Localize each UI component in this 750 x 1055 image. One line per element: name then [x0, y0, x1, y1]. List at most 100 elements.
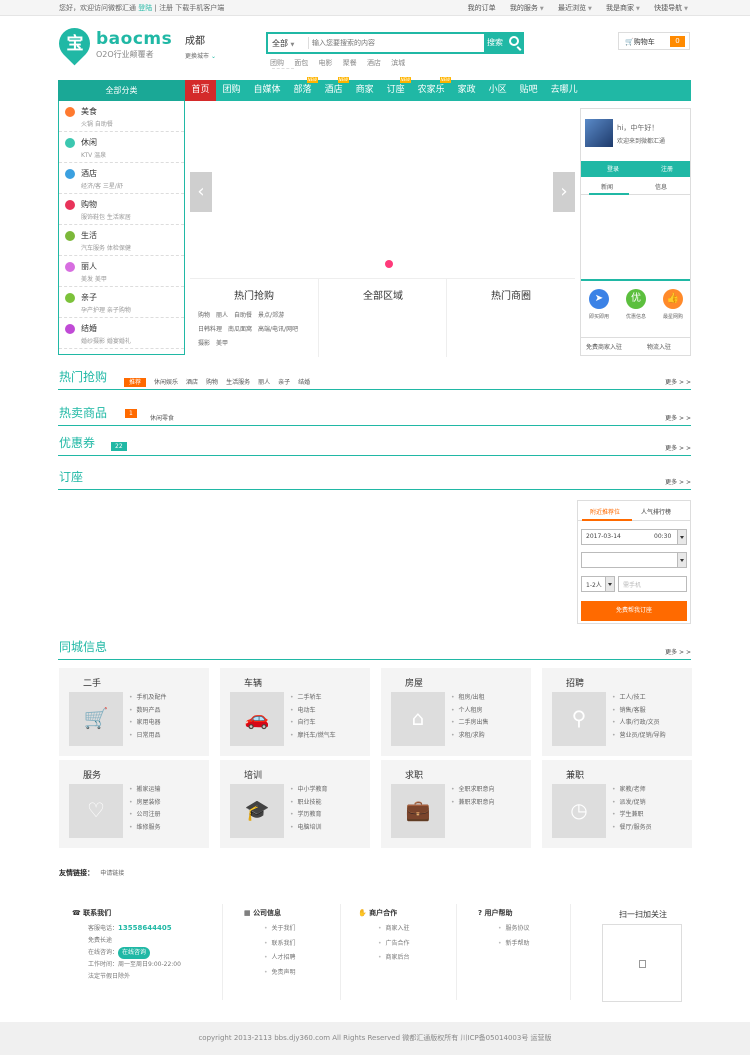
card-link[interactable]: 工人/技工	[612, 692, 666, 705]
hot-deal-link[interactable]: 自助餐	[234, 312, 252, 319]
category-sublinks[interactable]: 婚纱摄影 婚宴婚礼	[81, 336, 131, 345]
register-link[interactable]: 注册	[159, 4, 173, 12]
shortcut-item[interactable]: ➤ 即买即用	[581, 289, 617, 320]
category-sublinks[interactable]: 孕产护理 亲子购物	[81, 305, 131, 314]
card-link[interactable]: 电脑培训	[290, 822, 328, 835]
card-link[interactable]: 租房/出租	[451, 692, 489, 705]
nav-item[interactable]: 家政	[451, 80, 482, 101]
more-link[interactable]: 更多 > >	[665, 377, 691, 386]
more-link[interactable]: 更多 > >	[665, 443, 691, 452]
card-link[interactable]: 手机及配件	[129, 692, 167, 705]
search-input[interactable]	[312, 36, 482, 50]
tag-link[interactable]: 生活服务	[226, 379, 250, 386]
city-selector[interactable]: 成都 更换城市 ⌄	[185, 32, 216, 60]
card-link[interactable]: 家用电器	[129, 717, 167, 730]
banner-prev-button[interactable]: ‹	[190, 172, 212, 212]
nav-item[interactable]: 团购	[216, 80, 247, 101]
tab-news[interactable]: 新闻	[601, 182, 613, 191]
category-item[interactable]: 酒店 经济/客 三星/舒	[59, 163, 184, 194]
card-link[interactable]: 中小学教育	[290, 784, 328, 797]
shopping-cart-button[interactable]: 🛒购物车 0	[618, 32, 690, 50]
card-title[interactable]: 兼职	[566, 768, 584, 781]
category-item[interactable]: 亲子 孕产护理 亲子购物	[59, 287, 184, 318]
shortcut-item[interactable]: 👍 最星网购	[655, 289, 691, 320]
category-item[interactable]: 美食 火锅 自助餐	[59, 101, 184, 132]
card-link[interactable]: 销售/客服	[612, 705, 666, 718]
category-sublinks[interactable]: 经济/客 三星/舒	[81, 181, 123, 190]
search-button[interactable]: 搜索	[484, 34, 522, 52]
tag-link[interactable]: 结婚	[298, 379, 310, 386]
person-search-icon[interactable]: ⚲	[552, 692, 606, 746]
card-link[interactable]: 人事/行政/文员	[612, 717, 666, 730]
hot-deal-link[interactable]: 购物	[198, 312, 210, 319]
nav-item[interactable]: 贴吧	[513, 80, 544, 101]
book-seat-button[interactable]: 免费帮我订座	[581, 601, 687, 621]
card-title[interactable]: 求职	[405, 768, 423, 781]
footer-link[interactable]: 广告合作	[378, 937, 410, 952]
cart-icon[interactable]: 🛒	[69, 692, 123, 746]
footer-link[interactable]: 服务协议	[498, 922, 530, 937]
merchant-join-link[interactable]: 免费商家入驻	[586, 342, 622, 351]
house-icon[interactable]: ⌂	[391, 692, 445, 746]
nav-item[interactable]: 酒店 NEW	[318, 77, 350, 101]
hot-deal-link[interactable]: 丽人	[216, 312, 228, 319]
hot-deal-link[interactable]: 景点/郊游	[258, 312, 284, 319]
more-link[interactable]: 更多 > >	[665, 647, 691, 656]
tab-popular[interactable]: 人气排行榜	[641, 507, 671, 516]
hot-deal-link[interactable]: 高端/电讯/网吧	[258, 326, 298, 333]
hot-word-link[interactable]: 滨城	[391, 59, 405, 67]
tag-link[interactable]: 休闲娱乐	[154, 379, 178, 386]
card-link[interactable]: 个人租房	[451, 705, 489, 718]
hot-word-link[interactable]: 面包	[294, 59, 308, 67]
card-link[interactable]: 日常用品	[129, 730, 167, 743]
download-app-link[interactable]: 下载手机客户端	[175, 4, 224, 12]
card-title[interactable]: 培训	[244, 768, 262, 781]
card-link[interactable]: 公司注册	[129, 809, 161, 822]
hot-word-link[interactable]: 酒店	[367, 59, 381, 67]
card-link[interactable]: 房屋装修	[129, 797, 161, 810]
car-icon[interactable]: 🚗	[230, 692, 284, 746]
tab-nearby[interactable]: 附近推荐位	[590, 507, 620, 516]
hot-deal-link[interactable]: 美甲	[216, 340, 228, 347]
card-title[interactable]: 房屋	[405, 676, 423, 689]
login-button[interactable]: 登录	[607, 164, 619, 173]
category-item[interactable]: 购物 服饰鞋包 生活家居	[59, 194, 184, 225]
card-link[interactable]: 二手轿车	[290, 692, 336, 705]
persons-select[interactable]: 1-2人	[581, 576, 615, 592]
merchant-menu[interactable]: 我是商家 ▼	[606, 4, 640, 12]
recent-views-menu[interactable]: 最近浏览 ▼	[558, 4, 592, 12]
footer-link[interactable]: 新手帮助	[498, 937, 530, 952]
card-link[interactable]: 职业技能	[290, 797, 328, 810]
my-services-menu[interactable]: 我的服务 ▼	[510, 4, 544, 12]
category-item[interactable]: 丽人 美发 美甲	[59, 256, 184, 287]
tag-link[interactable]: 酒店	[186, 379, 198, 386]
card-link[interactable]: 家教/老师	[612, 784, 652, 797]
card-link[interactable]: 全职求职意向	[451, 784, 495, 797]
hot-deal-link[interactable]: 日韩料理	[198, 326, 222, 333]
card-link[interactable]: 搬家运输	[129, 784, 161, 797]
card-title[interactable]: 服务	[83, 768, 101, 781]
footer-link[interactable]: 免责声明	[264, 966, 296, 981]
nav-item[interactable]: 部落 NEW	[287, 77, 319, 101]
tab-info[interactable]: 信息	[655, 182, 667, 191]
hot-deal-link[interactable]: 摄影	[198, 340, 210, 347]
heart-icon[interactable]: ♡	[69, 784, 123, 838]
card-title[interactable]: 车辆	[244, 676, 262, 689]
card-link[interactable]: 学生兼职	[612, 809, 652, 822]
nav-item[interactable]: 农家乐 NEW	[411, 77, 452, 101]
card-link[interactable]: 营业员/促销/导购	[612, 730, 666, 743]
hot-word-link[interactable]: 团购	[270, 59, 284, 67]
date-time-select[interactable]: 2017-03-14 00:30	[581, 529, 687, 545]
logistics-join-link[interactable]: 物流入驻	[647, 342, 671, 351]
location-select[interactable]	[581, 552, 687, 568]
tag-link[interactable]: 亲子	[278, 379, 290, 386]
card-link[interactable]: 求租/求购	[451, 730, 489, 743]
more-link[interactable]: 更多 > >	[665, 413, 691, 422]
card-link[interactable]: 数码产品	[129, 705, 167, 718]
graduation-icon[interactable]: 🎓	[230, 784, 284, 838]
category-item[interactable]: 生活 汽车服务 体检保健	[59, 225, 184, 256]
shortcut-item[interactable]: 优优惠信息	[618, 289, 654, 320]
nav-item[interactable]: 商家	[349, 80, 380, 101]
nav-item[interactable]: 自媒体	[247, 80, 287, 101]
category-item[interactable]: 结婚 婚纱摄影 婚宴婚礼	[59, 318, 184, 349]
